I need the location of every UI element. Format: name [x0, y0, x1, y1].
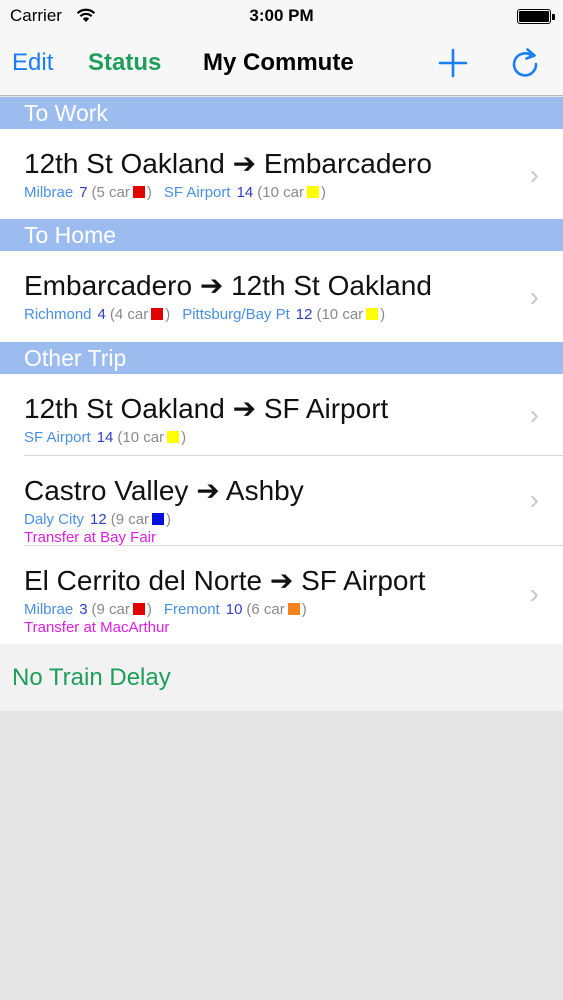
chevron-right-icon: › — [529, 281, 539, 312]
train-destination: Pittsburg/Bay Pt — [182, 306, 290, 323]
delay-status-text: No Train Delay — [12, 664, 171, 691]
section-header-to-work: To Work — [0, 97, 563, 129]
train-cars: (10 car — [257, 184, 304, 201]
chevron-right-icon: › — [529, 159, 539, 190]
train-cars: (4 car — [109, 306, 149, 323]
trip-cell[interactable]: 12th St Oakland ➔ SF Airport SF Airport 1… — [0, 374, 563, 456]
train-cars-close: ) — [166, 511, 172, 528]
line-color-swatch — [151, 308, 164, 320]
train-cars-close: ) — [301, 601, 307, 618]
trip-route: El Cerrito del Norte ➔ SF Airport — [24, 565, 426, 596]
train-cars: (9 car — [110, 511, 150, 528]
train-cars: (10 car — [316, 306, 364, 323]
train-info: Milbrae 3 (9 car) Fremont 10 (6 car) — [24, 601, 307, 618]
train-destination: Milbrae — [24, 601, 74, 618]
train-cars: (10 car — [117, 429, 165, 446]
trip-cell[interactable]: Embarcadero ➔ 12th St Oakland Richmond 4(… — [0, 251, 563, 342]
plus-icon[interactable] — [437, 47, 469, 79]
train-info: Milbrae 7 (5 car) SF Airport 14 (10 car) — [24, 184, 326, 201]
train-minutes: 4 — [97, 306, 106, 323]
line-color-swatch — [366, 308, 379, 320]
line-color-swatch — [167, 431, 180, 443]
chevron-right-icon: › — [529, 399, 539, 430]
trip-cell[interactable]: El Cerrito del Norte ➔ SF Airport Milbra… — [0, 546, 563, 644]
transfer-note: Transfer at Bay Fair — [24, 529, 156, 546]
refresh-icon[interactable] — [509, 46, 541, 80]
train-minutes: 7 — [79, 184, 88, 201]
chevron-right-icon: › — [529, 578, 539, 609]
train-minutes: 10 — [225, 601, 243, 618]
status-button[interactable]: Status — [88, 49, 161, 77]
train-destination: Fremont — [163, 601, 220, 618]
trip-route: Castro Valley ➔ Ashby — [24, 475, 304, 506]
train-minutes: 12 — [90, 511, 107, 528]
train-minutes: 3 — [79, 601, 88, 618]
edit-button[interactable]: Edit — [12, 49, 53, 77]
train-cars: (9 car — [91, 601, 130, 618]
section-header-other-trip: Other Trip — [0, 342, 563, 374]
battery-icon — [517, 9, 551, 24]
line-color-swatch — [152, 513, 165, 525]
train-minutes: 12 — [295, 306, 313, 323]
status-bar: Carrier 3:00 PM — [0, 0, 563, 34]
trip-route: Embarcadero ➔ 12th St Oakland — [24, 270, 432, 301]
train-cars-close: ) — [380, 306, 386, 323]
chevron-right-icon: › — [529, 484, 539, 515]
train-destination: Milbrae — [24, 184, 74, 201]
train-minutes: 14 — [96, 429, 114, 446]
trip-cell[interactable]: 12th St Oakland ➔ Embarcadero Milbrae 7 (5… — [0, 129, 563, 219]
trip-route: 12th St Oakland ➔ Embarcadero — [24, 148, 432, 179]
trip-list: To Work 12th St Oakland ➔ Embarcadero Mi… — [0, 97, 563, 644]
page-title: My Commute — [203, 49, 354, 76]
line-color-swatch — [306, 186, 319, 198]
train-info: Richmond 4 (4 car) Pittsburg/Bay Pt 12 (10 ca… — [24, 306, 385, 323]
train-destination: Richmond — [24, 306, 92, 323]
status-time: 3:00 PM — [249, 6, 314, 25]
line-color-swatch — [287, 603, 300, 615]
section-header-to-home: To Home — [0, 219, 563, 251]
train-cars: (5 car — [91, 184, 130, 201]
train-cars-close: ) — [165, 306, 171, 323]
transfer-note: Transfer at MacArthur — [24, 619, 170, 636]
line-color-swatch — [132, 603, 145, 615]
train-destination: Daly City — [24, 511, 85, 528]
train-cars: (6 car — [246, 601, 285, 618]
battery-nub — [552, 14, 555, 20]
train-cars-close: ) — [320, 184, 326, 201]
train-cars-close: ) — [146, 184, 152, 201]
train-info: Daly City 12 (9 car) — [24, 511, 171, 528]
train-cars-close: ) — [146, 601, 152, 618]
train-destination: SF Airport — [163, 184, 231, 201]
train-cars-close: ) — [181, 429, 187, 446]
train-info: SF Airport 14 (10 car) — [24, 429, 186, 446]
trip-cell[interactable]: Castro Valley ➔ Ashby Daly City 12 (9 car)… — [0, 456, 563, 546]
trip-route: 12th St Oakland ➔ SF Airport — [24, 393, 389, 424]
delay-status-footer: No Train Delay — [0, 644, 563, 711]
train-destination: SF Airport — [24, 429, 91, 446]
train-minutes: 14 — [236, 184, 254, 201]
line-color-swatch — [132, 186, 145, 198]
nav-bar: Edit Status My Commute — [0, 34, 563, 96]
